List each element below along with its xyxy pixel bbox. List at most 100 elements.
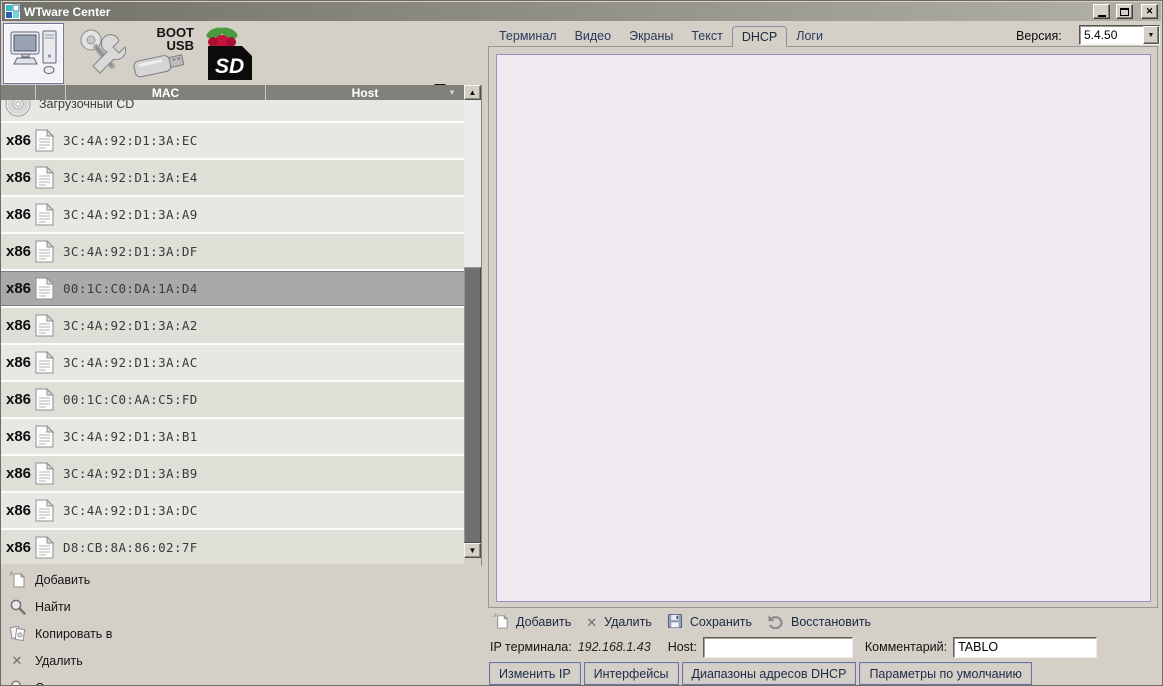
column-icon[interactable]	[36, 85, 66, 100]
boot-cd-label: Загрузочный CD	[39, 100, 134, 111]
terminal-list-header: MAC Host ▼	[1, 85, 464, 100]
version-dropdown-button[interactable]: ▼	[1143, 26, 1159, 44]
terminal-row[interactable]: x86 D8:CB:8A:86:02:7F	[1, 530, 464, 564]
terminal-mac: 3C:4A:92:D1:3A:DF	[63, 244, 198, 259]
terminal-rows: x86 3C:4A:92:D1:3A:EC x86	[1, 123, 464, 564]
dhcp-ranges-button[interactable]: Диапазоны адресов DHCP	[682, 662, 857, 685]
terminal-list: Загрузочный CD x86 3C:4A:92:D1:3A:EC x8	[1, 100, 464, 564]
dhcp-save-button[interactable]: Сохранить	[667, 613, 752, 632]
boot-usb-tool-button[interactable]: BOOT USB	[132, 25, 196, 83]
terminal-row[interactable]: x86 3C:4A:92:D1:3A:EC	[1, 123, 464, 158]
new-document-icon	[8, 571, 26, 588]
dhcp-add-button[interactable]: Добавить	[493, 613, 571, 632]
dhcp-restore-label: Восстановить	[791, 615, 871, 629]
terminal-ip-value: 192.168.1.43	[578, 640, 651, 654]
document-icon	[35, 351, 63, 374]
hide-terminal-action[interactable]: Скрыть	[1, 674, 481, 686]
cd-icon	[5, 100, 31, 117]
version-label: Версия:	[1016, 29, 1062, 43]
terminal-type-label: x86	[1, 243, 35, 260]
terminal-row[interactable]: x86 3C:4A:92:D1:3A:DF	[1, 234, 464, 269]
terminal-row[interactable]: x86 3C:4A:92:D1:3A:B9	[1, 456, 464, 491]
terminal-row[interactable]: x86 3C:4A:92:D1:3A:B1	[1, 419, 464, 454]
dhcp-buttons-row: Изменить IP Интерфейсы Диапазоны адресов…	[489, 662, 1032, 685]
change-ip-button[interactable]: Изменить IP	[489, 662, 581, 685]
comment-input[interactable]	[953, 637, 1097, 658]
tab-logs[interactable]: Логи	[787, 26, 832, 46]
terminal-type-label: x86	[1, 502, 35, 519]
terminal-type-label: x86	[1, 539, 35, 556]
terminal-row[interactable]: x86 3C:4A:92:D1:3A:AC	[1, 345, 464, 380]
document-icon	[35, 240, 63, 263]
raspberry-sd-tool-button[interactable]: SD	[198, 26, 256, 82]
terminal-mac: 3C:4A:92:D1:3A:EC	[63, 133, 198, 148]
dhcp-delete-label: Удалить	[604, 615, 652, 629]
maximize-button[interactable]	[1116, 4, 1133, 19]
list-scrollbar[interactable]: ▲ ▼	[464, 85, 481, 558]
add-terminal-action[interactable]: Добавить	[1, 566, 481, 593]
terminal-row[interactable]: x86 00:1C:C0:DA:1A:D4	[1, 271, 464, 306]
terminal-mac: 3C:4A:92:D1:3A:A9	[63, 207, 198, 222]
interfaces-button[interactable]: Интерфейсы	[584, 662, 679, 685]
new-document-icon	[493, 613, 509, 632]
close-button[interactable]: ✕	[1141, 4, 1158, 19]
minimize-button[interactable]	[1093, 4, 1110, 19]
search-icon	[8, 598, 26, 615]
terminal-mac: 3C:4A:92:D1:3A:DC	[63, 503, 198, 518]
copy-terminal-action[interactable]: Копировать в	[1, 620, 481, 647]
comment-field-label: Комментарий:	[865, 640, 947, 654]
column-host[interactable]: Host ▼	[266, 85, 464, 100]
document-icon	[35, 388, 63, 411]
sd-text: SD	[215, 55, 244, 78]
dhcp-save-label: Сохранить	[690, 615, 752, 629]
terminal-row[interactable]: x86 00:1C:C0:AA:C5:FD	[1, 382, 464, 417]
maximize-icon	[1120, 8, 1129, 16]
terminal-row[interactable]: x86 3C:4A:92:D1:3A:E4	[1, 160, 464, 195]
scroll-down-button[interactable]: ▼	[464, 543, 481, 558]
title-bar: WTware Center ✕	[2, 2, 1161, 21]
tab-bar: Терминал Видео Экраны Текст DHCP Логи	[490, 26, 832, 47]
configurator-tool-button[interactable]	[73, 26, 129, 82]
dhcp-add-label: Добавить	[516, 615, 571, 629]
dhcp-ranges-area[interactable]	[496, 54, 1151, 602]
dhcp-delete-button[interactable]: ✕ Удалить	[586, 615, 652, 629]
version-select[interactable]: 5.4.50 ▼	[1079, 25, 1160, 45]
column-mac[interactable]: MAC	[66, 85, 266, 100]
find-terminal-action[interactable]: Найти	[1, 593, 481, 620]
list-right-edge	[481, 85, 482, 566]
tab-dhcp[interactable]: DHCP	[732, 26, 787, 47]
tools-icon	[75, 27, 127, 82]
host-filter-icon[interactable]: ▼	[448, 88, 456, 97]
column-type[interactable]	[1, 85, 36, 100]
delete-terminal-label: Удалить	[35, 654, 83, 668]
document-icon	[35, 166, 63, 189]
terminal-mac: 3C:4A:92:D1:3A:B1	[63, 429, 198, 444]
host-input[interactable]	[703, 637, 853, 658]
tab-screens[interactable]: Экраны	[620, 26, 682, 46]
boot-cd-row[interactable]: Загрузочный CD	[1, 100, 464, 121]
terminals-tool-button[interactable]	[3, 23, 64, 84]
scroll-up-button[interactable]: ▲	[464, 85, 481, 100]
window-title: WTware Center	[24, 5, 1087, 19]
terminal-type-label: x86	[1, 465, 35, 482]
terminal-type-label: x86	[1, 132, 35, 149]
terminal-mac: 00:1C:C0:DA:1A:D4	[63, 281, 198, 296]
tab-terminal[interactable]: Терминал	[490, 26, 566, 46]
delete-x-icon: ✕	[586, 616, 597, 629]
copy-terminal-label: Копировать в	[35, 627, 112, 641]
terminal-type-label: x86	[1, 354, 35, 371]
tab-video[interactable]: Видео	[566, 26, 621, 46]
terminal-row[interactable]: x86 3C:4A:92:D1:3A:A9	[1, 197, 464, 232]
scrollbar-thumb[interactable]	[464, 267, 481, 543]
default-params-button[interactable]: Параметры по умолчанию	[859, 662, 1031, 685]
triangle-up-icon: ▲	[469, 89, 477, 97]
terminal-type-label: x86	[1, 206, 35, 223]
boot-usb-icon: BOOT USB	[132, 24, 196, 85]
terminal-row[interactable]: x86 3C:4A:92:D1:3A:A2	[1, 308, 464, 343]
document-icon	[35, 203, 63, 226]
terminal-row[interactable]: x86 3C:4A:92:D1:3A:DC	[1, 493, 464, 528]
dhcp-restore-button[interactable]: Восстановить	[767, 613, 871, 632]
tab-text[interactable]: Текст	[682, 26, 731, 46]
version-value: 5.4.50	[1080, 26, 1143, 44]
delete-terminal-action[interactable]: ✕ Удалить	[1, 647, 481, 674]
